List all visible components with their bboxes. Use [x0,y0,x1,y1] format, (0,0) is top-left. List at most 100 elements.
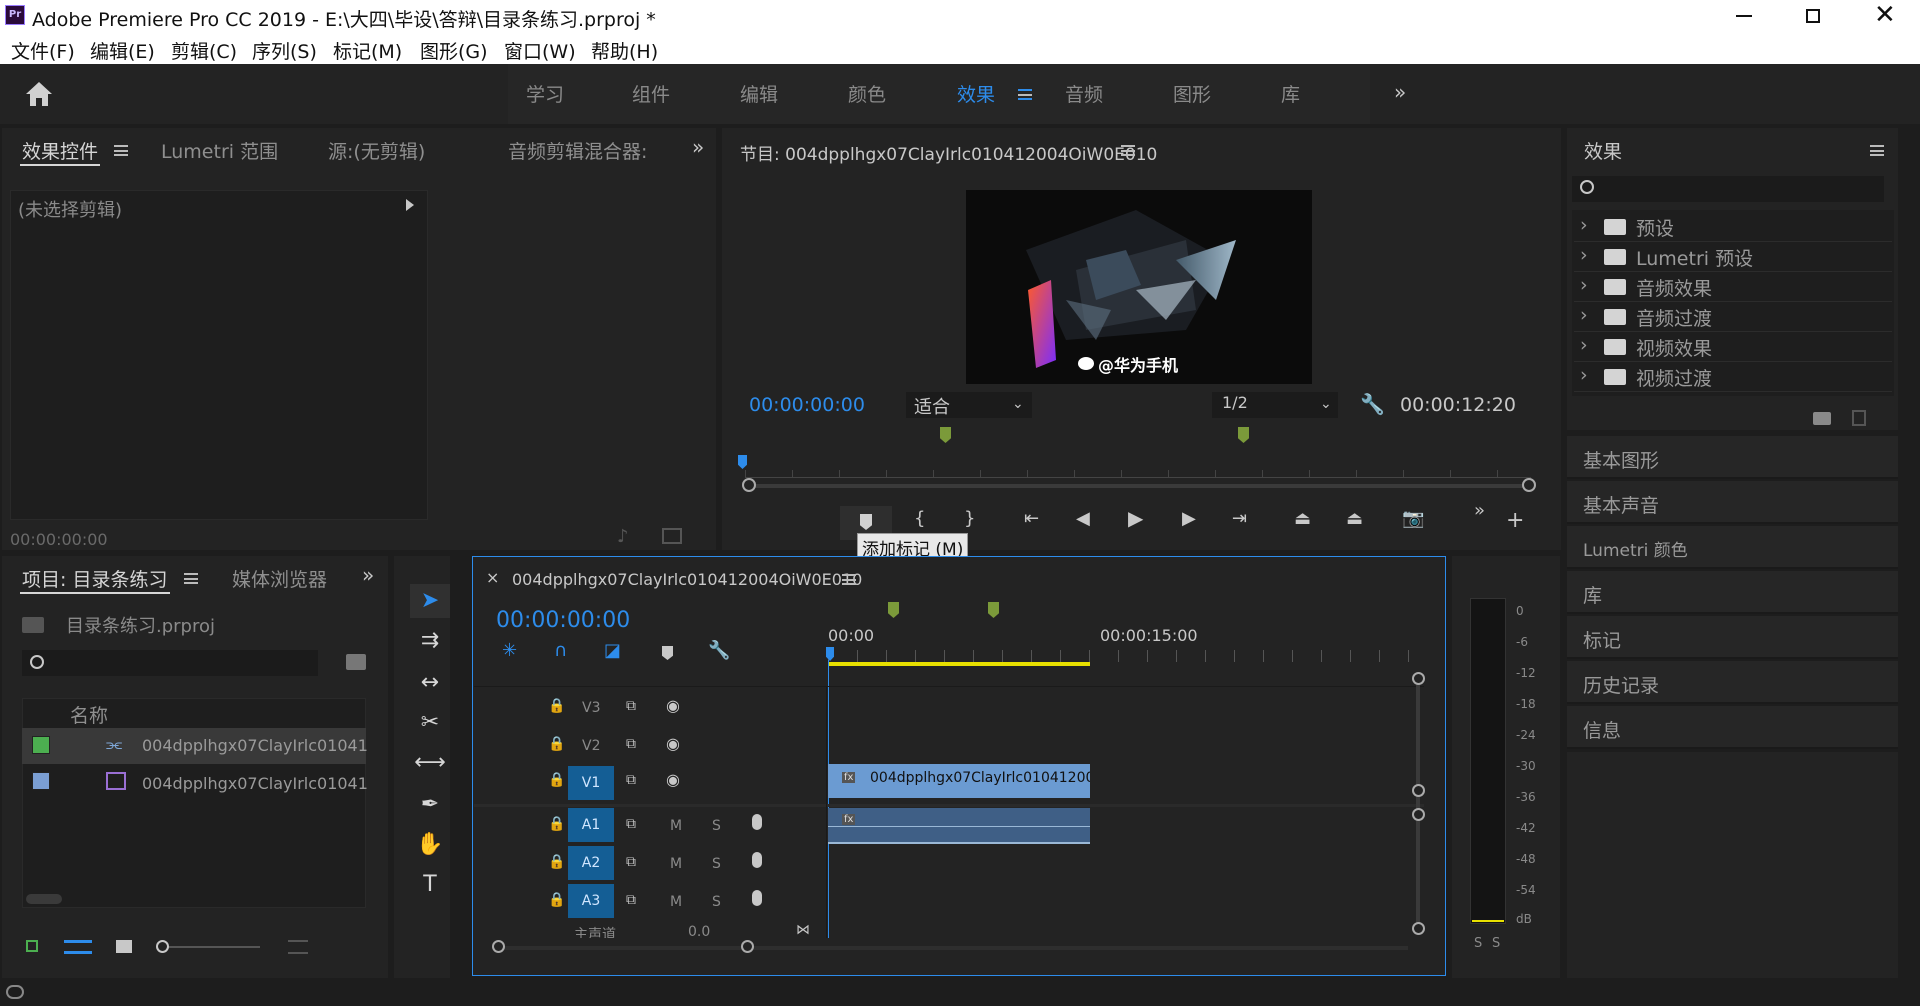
panel-info[interactable]: 信息 [1567,706,1898,749]
mark-in-icon[interactable]: { [914,508,925,529]
list-view-icon[interactable] [64,940,92,954]
track-select-tool[interactable]: ⇉ [410,624,450,658]
effects-item-presets[interactable]: › 预设 [1574,214,1892,242]
lock-icon[interactable]: 🔒 [548,736,565,752]
workspace-color[interactable]: 颜色 [848,80,886,107]
effects-item-video-transitions[interactable]: › 视频过渡 [1574,364,1892,392]
scroll-handle-left[interactable] [492,940,505,953]
scroll-handle-right[interactable] [1522,478,1536,492]
timeline-horizontal-scrollbar[interactable] [498,946,1408,950]
timeline-settings-wrench-icon[interactable]: 🔧 [708,640,730,661]
eye-icon[interactable]: ◉ [666,770,680,789]
audio-clip[interactable]: fx [828,808,1090,844]
menu-sequence[interactable]: 序列(S) [252,37,317,64]
lock-icon[interactable]: 🔒 [548,816,565,832]
menu-clip[interactable]: 剪辑(C) [171,37,237,64]
zoom-slider[interactable] [164,946,260,948]
menu-edit[interactable]: 编辑(E) [90,37,155,64]
sync-lock-icon[interactable]: ⧉ [626,854,636,870]
program-monitor-menu-icon[interactable] [1121,145,1135,156]
panel-essential-graphics[interactable]: 基本图形 [1567,436,1898,479]
microphone-icon[interactable] [752,814,762,830]
step-back-icon[interactable]: ◀ [1076,508,1090,529]
sync-lock-icon[interactable]: ⧉ [626,736,636,752]
menu-help[interactable]: 帮助(H) [591,37,658,64]
lift-icon[interactable]: ⏏ [1294,508,1311,529]
project-overflow-icon[interactable]: » [362,563,374,587]
tab-media-browser[interactable]: 媒体浏览器 [232,565,327,592]
microphone-icon[interactable] [752,852,762,868]
eye-icon[interactable]: ◉ [666,734,680,753]
ripple-edit-tool[interactable]: ↔ [410,666,450,700]
find-in-project-icon[interactable] [346,654,366,670]
work-area-bar[interactable] [828,662,1090,666]
timeline-ruler[interactable] [828,650,1432,662]
wrench-icon[interactable]: 🔧 [1360,392,1385,416]
go-to-in-icon[interactable]: ⇤ [1024,508,1039,529]
sequence-menu-icon[interactable] [842,574,856,585]
creative-cloud-icon[interactable] [6,985,24,999]
close-window-button[interactable]: ✕ [1874,0,1896,30]
solo-button[interactable]: S [712,856,721,872]
minimize-button[interactable] [1736,15,1752,17]
mute-button[interactable]: M [670,818,682,834]
sequence-tab-title[interactable]: 004dpplhgx07ClayIrlc010412004OiW0E010 [512,570,862,589]
hand-tool[interactable]: ✋ [410,828,450,862]
snap-magnet-icon[interactable]: ∩ [554,640,567,661]
type-tool[interactable]: T [410,868,450,902]
menu-marker[interactable]: 标记(M) [333,37,402,64]
workspace-overflow-icon[interactable]: » [1394,80,1406,104]
home-icon[interactable] [24,80,54,108]
button-editor-plus-icon[interactable]: + [1506,508,1524,533]
razor-tool[interactable]: ✂ [410,706,450,740]
sync-lock-icon[interactable]: ⧉ [626,772,636,788]
lock-icon[interactable]: 🔒 [548,854,565,870]
lock-icon[interactable]: 🔒 [548,892,565,908]
panel-history[interactable]: 历史记录 [1567,661,1898,704]
effect-controls-expand-icon[interactable] [406,199,414,211]
nest-icon[interactable]: ✳ [502,640,517,661]
scroll-handle-middle[interactable] [1412,784,1425,797]
project-horizontal-scrollbar[interactable] [26,894,62,904]
go-to-out-icon[interactable]: ⇥ [1232,508,1247,529]
new-bin-icon[interactable] [1813,412,1831,425]
linked-selection-icon[interactable]: ◪ [604,640,621,661]
pen-tool[interactable]: ✒ [410,788,450,822]
tab-audio-clip-mixer[interactable]: 音频剪辑混合器: [508,137,647,164]
mute-button[interactable]: M [670,894,682,910]
program-zoom-scrollbar[interactable] [746,484,1530,488]
panel-libraries[interactable]: 库 [1567,571,1898,614]
workspace-assembly[interactable]: 组件 [632,80,670,107]
mute-button[interactable]: M [670,856,682,872]
label-color-swatch[interactable] [32,736,50,754]
step-forward-icon[interactable]: ▶ [1182,508,1196,529]
lock-icon[interactable]: 🔒 [548,772,565,788]
project-search-input[interactable] [22,650,318,676]
sync-lock-icon[interactable]: ⧉ [626,816,636,832]
slip-tool[interactable]: ⟷ [410,746,450,780]
zoom-slider-handle[interactable] [156,940,169,953]
program-current-timecode[interactable]: 00:00:00:00 [749,394,865,416]
effects-item-audio-transitions[interactable]: › 音频过渡 [1574,304,1892,332]
extract-icon[interactable]: ⏏ [1346,508,1363,529]
menu-graphics[interactable]: 图形(G) [420,37,488,64]
workspace-audio[interactable]: 音频 [1065,80,1103,107]
close-sequence-icon[interactable]: × [486,568,499,587]
workspace-learn[interactable]: 学习 [526,80,564,107]
microphone-icon[interactable] [752,890,762,906]
video-clip[interactable]: fx 004dpplhgx07ClayIrlc010412004Oi [828,764,1090,798]
tab-effect-controls[interactable]: 效果控件 [22,137,98,164]
effects-search-input[interactable] [1572,176,1884,202]
panel-overflow-icon[interactable]: » [692,135,704,159]
workspace-effects[interactable]: 效果 [957,80,995,107]
export-frame-camera-icon[interactable]: 📷 [1402,508,1424,529]
solo-button[interactable]: S [712,894,721,910]
audio-note-icon[interactable]: ♪ [617,526,629,547]
track-target-a2[interactable]: A2 [568,846,614,880]
track-target-v1[interactable]: V1 [568,766,614,800]
tab-source[interactable]: 源:(无剪辑) [328,137,425,164]
scroll-handle-bottom[interactable] [1412,922,1425,935]
project-column-name[interactable]: 名称 [70,701,108,728]
lock-icon[interactable] [26,940,38,952]
eye-icon[interactable]: ◉ [666,696,680,715]
